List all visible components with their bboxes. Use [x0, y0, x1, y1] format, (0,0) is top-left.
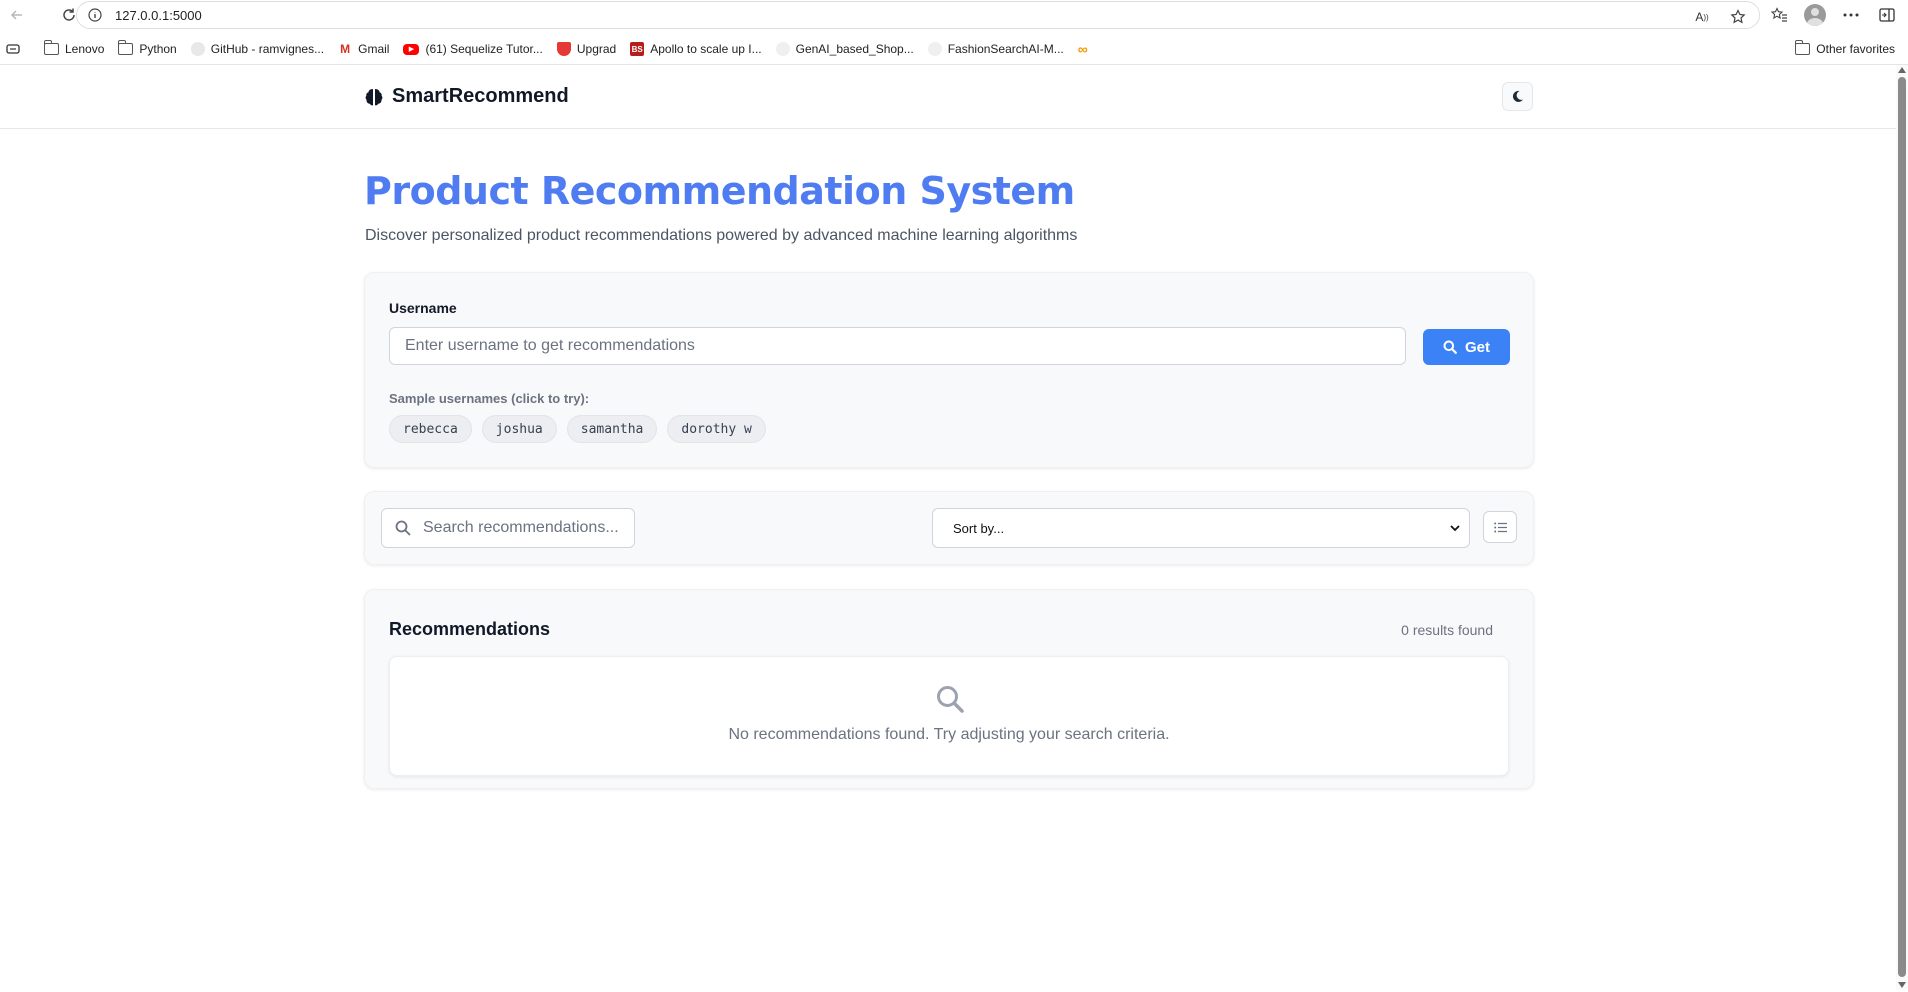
bookmark-youtube[interactable]: ▶ (61) Sequelize Tutor...	[396, 37, 549, 61]
list-icon	[1493, 522, 1507, 532]
recommendations-card: Recommendations 0 results found No recom…	[364, 589, 1534, 789]
theme-toggle-button[interactable]	[1502, 82, 1533, 111]
bookmark-lenovo[interactable]: Lenovo	[37, 37, 111, 61]
bookmark-github[interactable]: GitHub - ramvignes...	[184, 37, 331, 61]
bookmark-python[interactable]: Python	[111, 37, 183, 61]
sidebar-icon[interactable]	[1876, 4, 1898, 26]
infinity-icon: ∞	[1077, 41, 1088, 57]
bs-icon: BS	[630, 42, 645, 56]
list-view-button[interactable]	[1483, 511, 1517, 543]
github-icon	[775, 42, 790, 56]
bookmark-label: Apollo to scale up I...	[650, 42, 762, 56]
github-icon	[927, 42, 942, 56]
sample-username-chip[interactable]: joshua	[481, 415, 557, 443]
tab-actions-icon	[6, 44, 20, 54]
more-icon[interactable]	[1840, 4, 1862, 26]
page-title: Product Recommendation System	[364, 169, 1075, 213]
search-icon	[395, 520, 411, 536]
sample-username-chip[interactable]: rebecca	[389, 415, 472, 443]
bookmark-extra[interactable]: ∞	[1071, 37, 1095, 61]
browser-toolbar: 127.0.0.1:5000 A))	[0, 0, 1908, 30]
bookmark-tab-icon-item[interactable]	[0, 37, 27, 61]
scroll-up-arrow[interactable]	[1898, 67, 1906, 73]
folder-icon	[1794, 40, 1811, 55]
username-card: Username Get Sample usernames (click to …	[364, 272, 1534, 468]
bookmark-label: Gmail	[358, 42, 390, 56]
upgrad-icon	[556, 42, 571, 56]
arrow-left-icon	[10, 10, 22, 20]
sample-username-chip[interactable]: dorothy w	[667, 415, 766, 443]
get-button-label: Get	[1464, 338, 1490, 356]
bookmark-label: Lenovo	[65, 42, 105, 56]
brand[interactable]: SmartRecommend	[364, 85, 569, 108]
sample-usernames: rebecca joshua samantha dorothy w	[389, 415, 766, 443]
sample-username-chip[interactable]: samantha	[566, 415, 658, 443]
folder-icon	[117, 40, 134, 55]
search-icon	[1443, 340, 1457, 354]
search-recommendations-input[interactable]	[423, 519, 623, 537]
bookmark-label: FashionSearchAI-M...	[947, 42, 1064, 56]
bookmark-label: GenAI_based_Shop...	[795, 42, 914, 56]
folder-icon	[43, 40, 59, 55]
bookmark-fashion[interactable]: FashionSearchAI-M...	[921, 37, 1071, 61]
username-input[interactable]	[389, 327, 1406, 365]
profile-avatar[interactable]	[1804, 4, 1826, 26]
youtube-icon: ▶	[403, 43, 420, 55]
brain-icon	[365, 88, 383, 105]
bookmark-label: (61) Sequelize Tutor...	[425, 42, 543, 56]
sort-select[interactable]: Sort by...	[932, 508, 1470, 548]
filter-card: Sort by...	[364, 491, 1534, 565]
bookmark-label: Upgrad	[576, 42, 617, 56]
app-header: SmartRecommend	[0, 65, 1896, 129]
sample-usernames-label: Sample usernames (click to try):	[389, 391, 590, 406]
chevron-down-icon	[1450, 525, 1460, 532]
moon-icon	[1512, 90, 1523, 102]
bookmark-gmail[interactable]: M Gmail	[331, 37, 396, 61]
scroll-thumb[interactable]	[1898, 77, 1906, 977]
get-recommendations-button[interactable]: Get	[1423, 329, 1510, 365]
username-label: Username	[389, 300, 457, 316]
bookmark-label: Python	[139, 42, 177, 56]
favorites-icon[interactable]	[1768, 4, 1790, 26]
refresh-icon	[63, 8, 75, 21]
bookmark-label: GitHub - ramvignes...	[210, 42, 325, 56]
read-aloud-icon[interactable]: A))	[1691, 6, 1713, 28]
search-box[interactable]	[381, 508, 635, 548]
page-subtitle: Discover personalized product recommenda…	[365, 227, 1078, 244]
address-url[interactable]: 127.0.0.1:5000	[115, 8, 202, 23]
empty-state-text: No recommendations found. Try adjusting …	[728, 726, 1170, 743]
gmail-icon: M	[340, 42, 351, 56]
scroll-down-arrow[interactable]	[1898, 982, 1906, 988]
site-info-icon[interactable]	[85, 5, 105, 25]
page: SmartRecommend Product Recommendation Sy…	[0, 65, 1896, 990]
star-icon[interactable]	[1727, 6, 1749, 28]
bookmark-genai[interactable]: GenAI_based_Shop...	[769, 37, 921, 61]
search-icon	[937, 686, 964, 713]
brand-name: SmartRecommend	[392, 85, 569, 107]
page-scrollbar[interactable]	[1896, 65, 1908, 990]
github-icon	[190, 42, 205, 56]
sort-select-value: Sort by...	[953, 520, 1005, 536]
bookmark-label: Other favorites	[1816, 42, 1895, 56]
bookmark-other-favorites[interactable]: Other favorites	[1788, 34, 1902, 64]
results-count: 0 results found	[1401, 622, 1493, 638]
bookmark-upgrad[interactable]: Upgrad	[550, 37, 623, 61]
back-button[interactable]	[2, 0, 32, 30]
empty-state: No recommendations found. Try adjusting …	[389, 656, 1509, 776]
bookmark-apollo[interactable]: BS Apollo to scale up I...	[623, 37, 768, 61]
recommendations-title: Recommendations	[389, 619, 551, 639]
bookmarks-bar: Lenovo Python GitHub - ramvignes... M Gm…	[0, 34, 1908, 64]
address-bar[interactable]: 127.0.0.1:5000 A))	[76, 1, 1760, 29]
